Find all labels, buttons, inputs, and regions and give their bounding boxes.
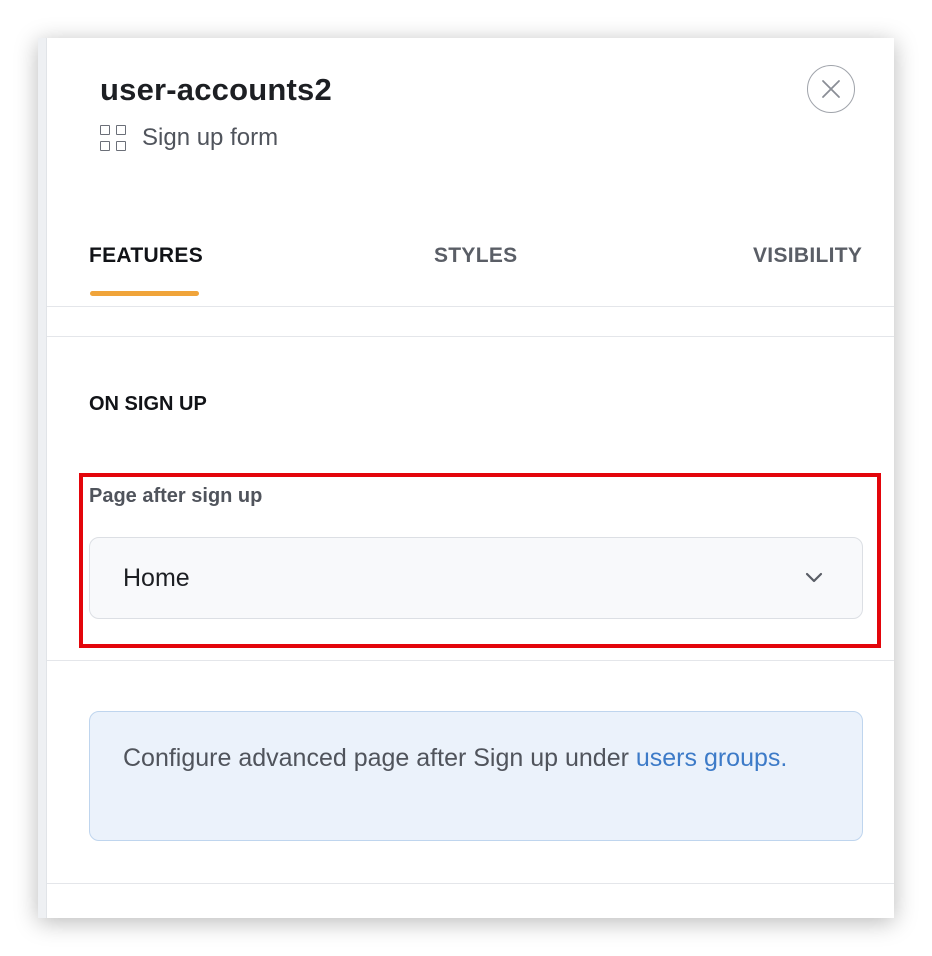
tab-features[interactable]: FEATURES — [89, 244, 203, 268]
divider — [47, 306, 894, 307]
info-callout: Configure advanced page after Sign up un… — [89, 711, 863, 841]
panel-subtitle-row: Sign up form — [100, 124, 278, 152]
info-text: Configure advanced page after Sign up un… — [123, 738, 823, 779]
grid-icon — [100, 125, 126, 151]
close-button[interactable] — [807, 65, 855, 113]
page-after-signup-select[interactable]: Home — [89, 537, 863, 619]
close-icon — [822, 80, 840, 98]
tab-styles[interactable]: STYLES — [434, 244, 517, 268]
divider — [47, 336, 894, 337]
chevron-down-icon — [805, 572, 823, 583]
divider — [47, 660, 894, 661]
panel-left-border — [38, 38, 47, 918]
tab-visibility[interactable]: VISIBILITY — [753, 244, 862, 268]
users-groups-link[interactable]: users groups. — [636, 744, 787, 772]
page-after-signup-label: Page after sign up — [89, 485, 263, 507]
section-title: ON SIGN UP — [89, 393, 207, 415]
panel-title: user-accounts2 — [100, 72, 332, 107]
info-message: Configure advanced page after Sign up un… — [123, 744, 636, 772]
panel-subtitle: Sign up form — [142, 124, 279, 151]
select-value: Home — [123, 564, 190, 592]
divider — [47, 883, 894, 884]
settings-panel: user-accounts2 Sign up form FEATURES STY… — [38, 38, 894, 918]
active-tab-indicator — [90, 291, 199, 296]
